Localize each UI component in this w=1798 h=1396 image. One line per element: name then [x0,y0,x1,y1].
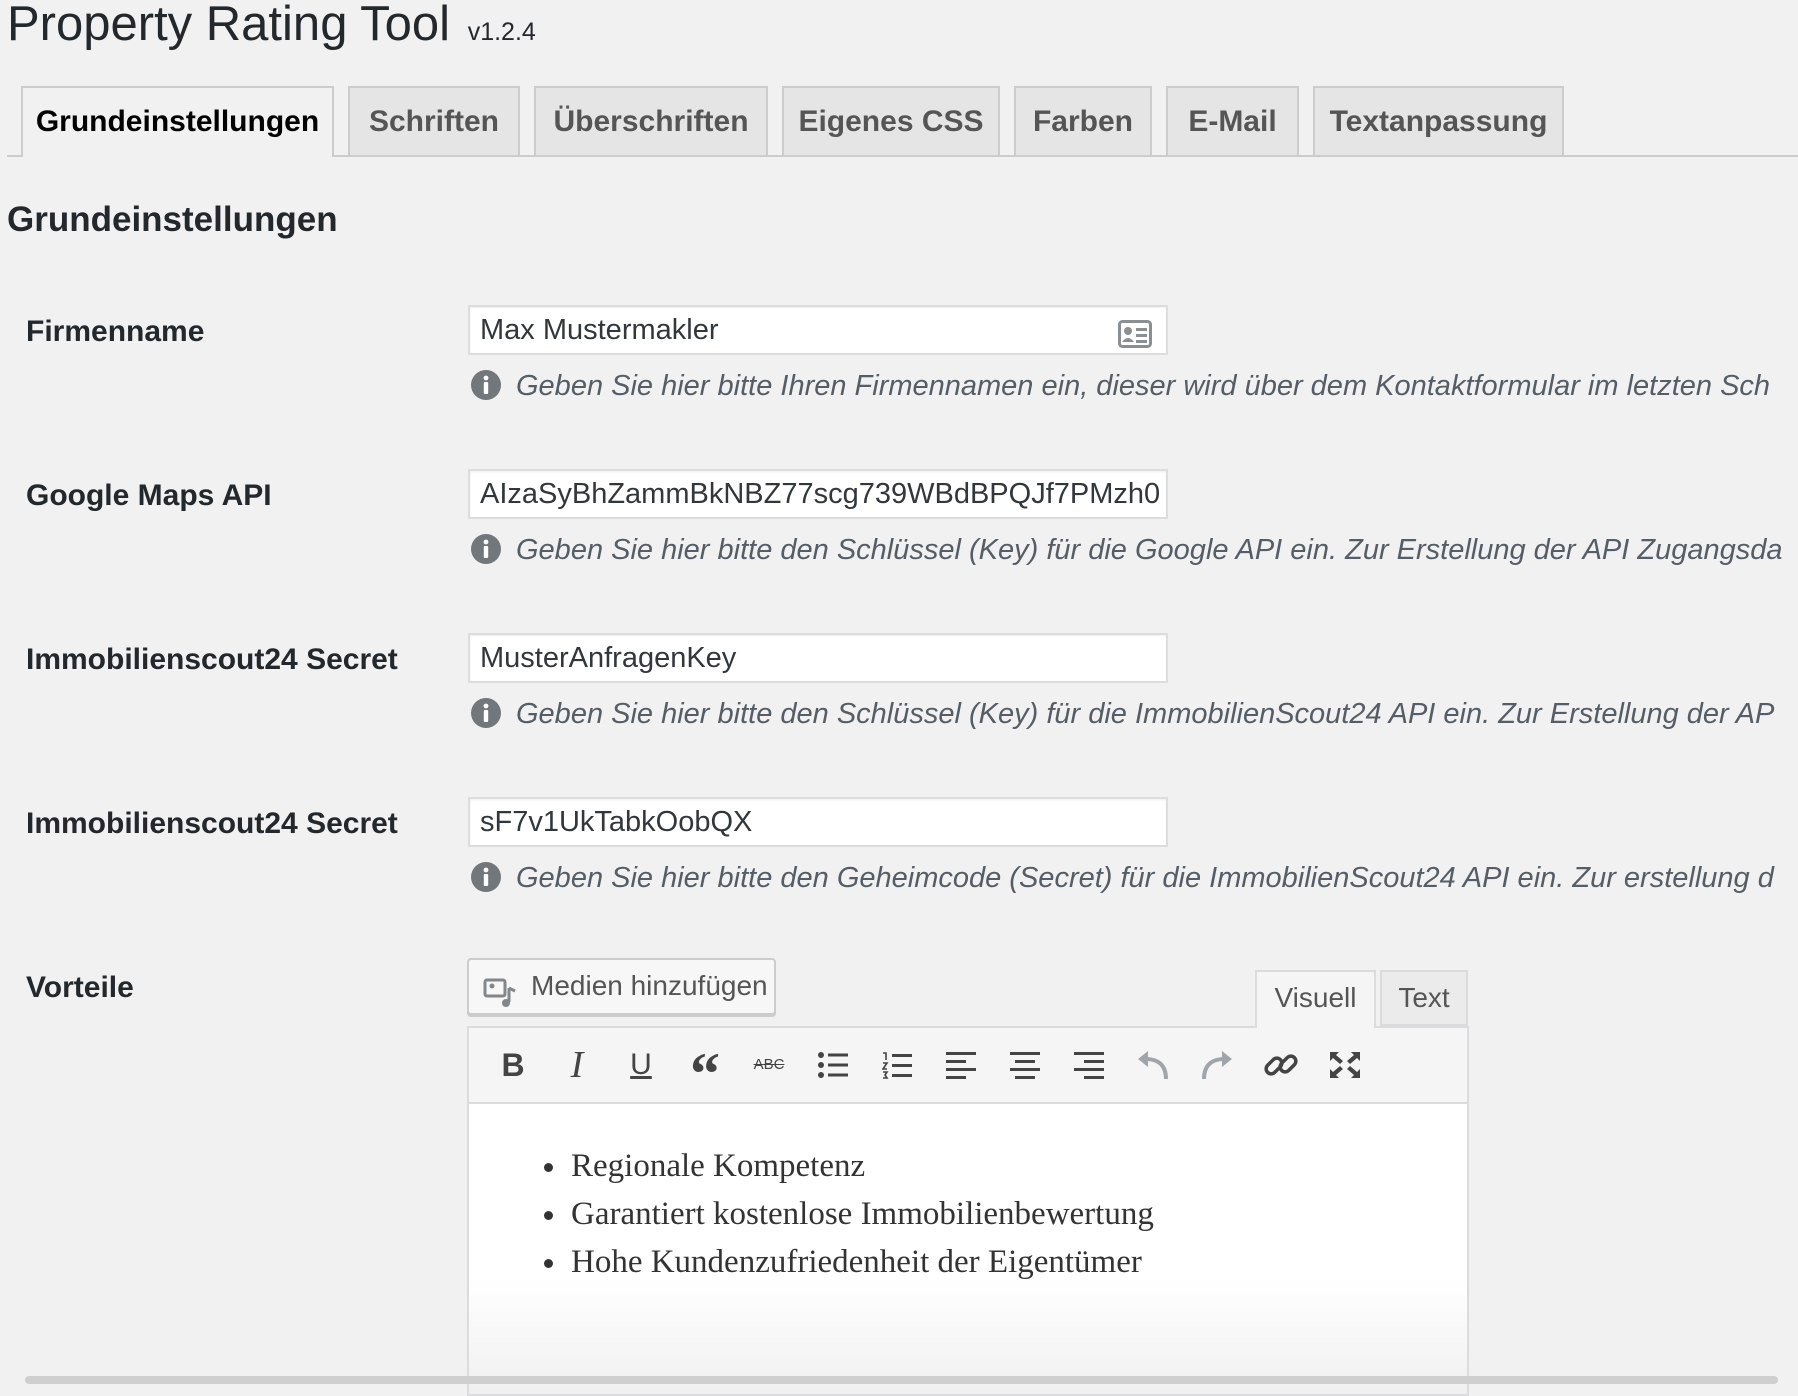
media-icon [483,973,519,1025]
rich-text-editor: B I U “ ABC • Regionale Kompetenz • Gara… [467,1026,1469,1396]
google-maps-api-hint: Geben Sie hier bitte den Schlüssel (Key)… [470,530,1782,576]
immoscout-key-label: Immobilienscout24 Secret [26,643,398,676]
immoscout-secret-value: sF7v1UkTabkOobQX [480,806,753,838]
google-maps-api-value: AIzaSyBhZammBkNBZ77scg739WBdBPQJf7PMzh0 [480,478,1161,510]
info-icon [470,861,502,904]
tab-schriften[interactable]: Schriften [348,86,520,155]
tab-email[interactable]: E-Mail [1166,86,1299,155]
underline-icon[interactable]: U [619,1043,663,1087]
editor-toolbar: B I U “ ABC [469,1028,1467,1104]
info-icon [470,369,502,412]
tab-eigenes-css[interactable]: Eigenes CSS [782,86,1000,155]
tab-textanpassung[interactable]: Textanpassung [1313,86,1564,155]
align-right-icon[interactable] [1067,1043,1111,1087]
google-maps-api-label: Google Maps API [26,479,272,512]
firmenname-value: Max Mustermakler [480,314,719,346]
link-icon[interactable] [1259,1043,1303,1087]
immoscout-secret-hint: Geben Sie hier bitte den Geheimcode (Sec… [470,858,1774,904]
firmenname-hint: Geben Sie hier bitte Ihren Firmennamen e… [470,366,1770,412]
immoscout-key-hint: Geben Sie hier bitte den Schlüssel (Key)… [470,694,1774,740]
strikethrough-icon[interactable]: ABC [747,1043,791,1087]
google-maps-api-input[interactable]: AIzaSyBhZammBkNBZ77scg739WBdBPQJf7PMzh0 [468,469,1168,519]
editor-resize-bar[interactable] [25,1376,1778,1384]
bold-icon[interactable]: B [491,1043,535,1087]
app-version: v1.2.4 [467,18,536,46]
google-maps-api-hint-text: Geben Sie hier bitte den Schlüssel (Key)… [516,534,1783,566]
immoscout-secret-label: Immobilienscout24 Secret [26,807,398,840]
list-item: Regionale Kompetenz [569,1142,1154,1190]
undo-icon[interactable] [1131,1043,1175,1087]
vorteile-list: Regionale Kompetenz Garantiert kostenlos… [535,1142,1154,1286]
immoscout-secret-input[interactable]: sF7v1UkTabkOobQX [468,797,1168,847]
contact-card-icon[interactable] [1118,316,1152,353]
immoscout-key-input[interactable]: MusterAnfragenKey [468,633,1168,683]
info-icon [470,697,502,740]
firmenname-label: Firmenname [26,315,205,348]
tab-ueberschriften[interactable]: Überschriften [534,86,768,155]
immoscout-secret-hint-text: Geben Sie hier bitte den Geheimcode (Sec… [516,862,1774,894]
redo-icon[interactable] [1195,1043,1239,1087]
align-center-icon[interactable] [1003,1043,1047,1087]
tab-visual-editor[interactable]: Visuell [1255,970,1376,1028]
numbered-list-icon[interactable] [875,1043,919,1087]
tab-text-editor[interactable]: Text [1380,970,1468,1026]
blockquote-icon[interactable]: “ [683,1043,727,1104]
add-media-label: Medien hinzufügen [531,970,768,1001]
section-title: Grundeinstellungen [7,200,338,239]
bullet-list-icon[interactable] [811,1043,855,1087]
firmenname-hint-text: Geben Sie hier bitte Ihren Firmennamen e… [516,370,1771,402]
add-media-button[interactable]: Medien hinzufügen [467,958,776,1015]
info-icon [470,533,502,576]
align-left-icon[interactable] [939,1043,983,1087]
immoscout-key-hint-text: Geben Sie hier bitte den Schlüssel (Key)… [516,698,1775,730]
fullscreen-icon[interactable] [1323,1043,1367,1087]
page-title: Property Rating Tool v1.2.4 [7,0,536,60]
tab-grundeinstellungen[interactable]: Grundeinstellungen [21,86,334,157]
italic-icon[interactable]: I [555,1043,599,1087]
vorteile-label: Vorteile [26,971,134,1004]
firmenname-input[interactable]: Max Mustermakler [468,305,1168,355]
editor-content-area[interactable]: Regionale Kompetenz Garantiert kostenlos… [469,1104,1467,1394]
list-item: Hohe Kundenzufriedenheit der Eigentümer [569,1238,1154,1286]
list-item: Garantiert kostenlose Immobilienbewertun… [569,1190,1154,1238]
immoscout-key-value: MusterAnfragenKey [480,642,737,674]
tab-farben[interactable]: Farben [1014,86,1152,155]
app-title: Property Rating Tool [7,0,451,51]
